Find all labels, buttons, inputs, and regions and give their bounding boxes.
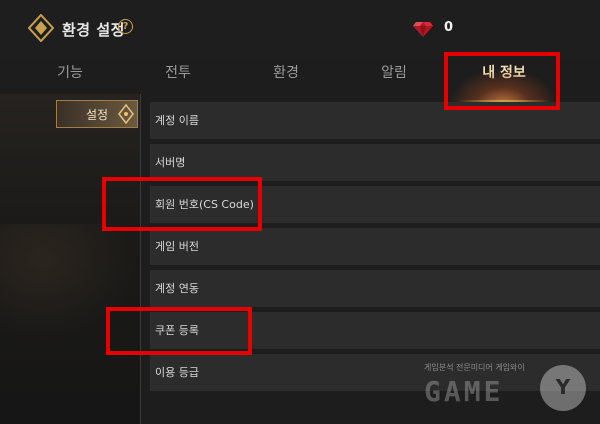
sidebar-item-settings[interactable]: 설정	[56, 100, 138, 128]
highlight-box-member-number	[102, 177, 262, 231]
watermark-badge-label: Y	[555, 375, 571, 399]
selected-marker-icon	[118, 103, 134, 125]
help-icon[interactable]: ?	[118, 19, 133, 34]
list-item-label: 계정 연동	[155, 282, 199, 295]
list-item-account-link[interactable]: 계정 연동	[150, 270, 600, 307]
list-item-game-version[interactable]: 게임 버전	[150, 228, 600, 265]
list-item-label: 이용 등급	[155, 366, 199, 379]
list-item-label: 게임 버전	[155, 240, 199, 253]
sidebar	[0, 94, 140, 424]
tab-feature[interactable]: 기능	[45, 62, 95, 88]
watermark-brand: GAME	[424, 375, 504, 408]
watermark-badge-icon: Y	[540, 365, 586, 411]
tab-combat[interactable]: 전투	[153, 62, 203, 88]
ruby-gem-icon	[413, 22, 433, 37]
tab-environment[interactable]: 환경	[261, 62, 311, 88]
list-item-server-name[interactable]: 서버명	[150, 144, 600, 181]
currency-count: 0	[444, 20, 454, 35]
highlight-box-my-info-tab	[444, 52, 560, 110]
highlight-box-coupon-register	[106, 307, 252, 355]
list-item-label: 서버명	[155, 156, 186, 169]
watermark-caption: 게임분석 전문미디어 게임와이	[424, 363, 525, 372]
page-title: 환경 설정	[62, 21, 125, 39]
tab-notification[interactable]: 알림	[369, 62, 419, 88]
list-item-usage-rating[interactable]: 이용 등급	[150, 354, 600, 391]
sidebar-divider	[140, 94, 141, 424]
list-item-label: 계정 이름	[155, 114, 199, 127]
diamond-logo-icon	[28, 14, 54, 42]
header-bar: 환경 설정 ? 0	[0, 0, 600, 58]
